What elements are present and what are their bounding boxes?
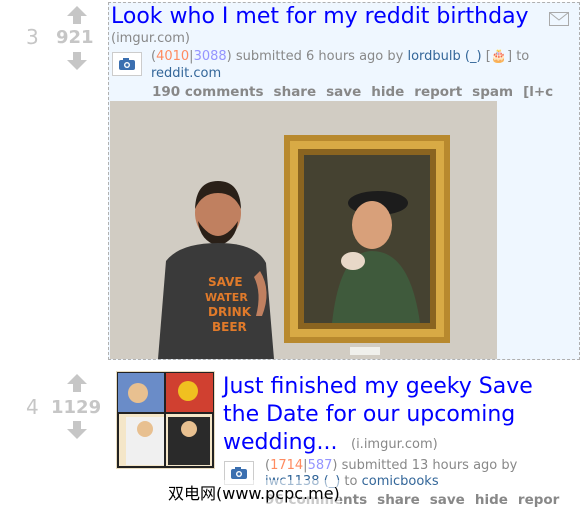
save-button[interactable]: save bbox=[430, 492, 465, 508]
upvote-count: 1714 bbox=[270, 458, 304, 473]
post-rank: 3 bbox=[26, 25, 39, 49]
post-title-link[interactable]: Look who I met for my reddit birthday bbox=[111, 3, 529, 31]
post-domain[interactable]: (imgur.com) bbox=[111, 31, 190, 46]
post-score: 1129 bbox=[51, 397, 102, 418]
post-tagline: (1714|587) submitted 13 hours ago by bbox=[265, 458, 518, 473]
comments-link[interactable]: 190 comments bbox=[152, 84, 264, 100]
share-button[interactable]: share bbox=[377, 492, 420, 508]
to-text: to bbox=[516, 49, 530, 64]
author-link[interactable]: lordbulb bbox=[407, 49, 460, 64]
svg-text:WATER: WATER bbox=[205, 291, 248, 304]
subreddit-link[interactable]: comicbooks bbox=[362, 474, 439, 489]
upvote-count: 4010 bbox=[156, 49, 190, 64]
spam-button[interactable]: spam bbox=[472, 84, 513, 100]
report-button[interactable]: repor bbox=[518, 492, 559, 508]
hide-button[interactable]: hide bbox=[371, 84, 404, 100]
svg-text:DRINK: DRINK bbox=[208, 305, 252, 319]
share-button[interactable]: share bbox=[274, 84, 317, 100]
author-flair[interactable]: (_) bbox=[465, 49, 482, 64]
lc-button[interactable]: [l+c bbox=[523, 84, 553, 100]
post-domain[interactable]: (i.imgur.com) bbox=[351, 437, 438, 452]
downvote-arrow-icon[interactable] bbox=[67, 421, 87, 439]
downvote-count: 3088 bbox=[193, 49, 227, 64]
post-title-line2[interactable]: the Date for our upcoming bbox=[223, 401, 515, 429]
post-thumbnail[interactable] bbox=[116, 371, 215, 469]
trophy-badge: [🎂] bbox=[485, 49, 513, 64]
post-buttons: 190 comments share save hide report spam [l+c bbox=[152, 84, 563, 100]
submitted-text: submitted 13 hours ago by bbox=[341, 458, 518, 473]
post-rank: 4 bbox=[26, 395, 39, 419]
post-tagline: (4010|3088) submitted 6 hours ago by lor… bbox=[151, 49, 530, 64]
svg-text:SAVE: SAVE bbox=[208, 275, 243, 289]
hide-button[interactable]: hide bbox=[475, 492, 508, 508]
downvote-arrow-icon[interactable] bbox=[67, 52, 87, 70]
post-image[interactable]: SAVE WATER DRINK BEER bbox=[110, 101, 497, 359]
site-watermark: 双电网(www.pcpc.me) bbox=[168, 480, 340, 504]
to-text: to bbox=[344, 474, 358, 489]
subreddit-link[interactable]: reddit.com bbox=[151, 66, 221, 81]
report-button[interactable]: report bbox=[414, 84, 462, 100]
post-title-line1[interactable]: Just finished my geeky Save bbox=[223, 373, 533, 401]
submitted-text: submitted 6 hours ago by bbox=[235, 49, 404, 64]
mail-icon[interactable] bbox=[549, 11, 569, 30]
upvote-arrow-icon[interactable] bbox=[67, 374, 87, 392]
upvote-arrow-icon[interactable] bbox=[67, 6, 87, 24]
save-button[interactable]: save bbox=[326, 84, 361, 100]
downvote-count: 587 bbox=[307, 458, 333, 473]
image-expando-icon[interactable] bbox=[112, 52, 142, 76]
svg-text:BEER: BEER bbox=[212, 320, 247, 334]
post-title-line3[interactable]: wedding... bbox=[223, 429, 337, 457]
post-score: 921 bbox=[56, 27, 94, 48]
